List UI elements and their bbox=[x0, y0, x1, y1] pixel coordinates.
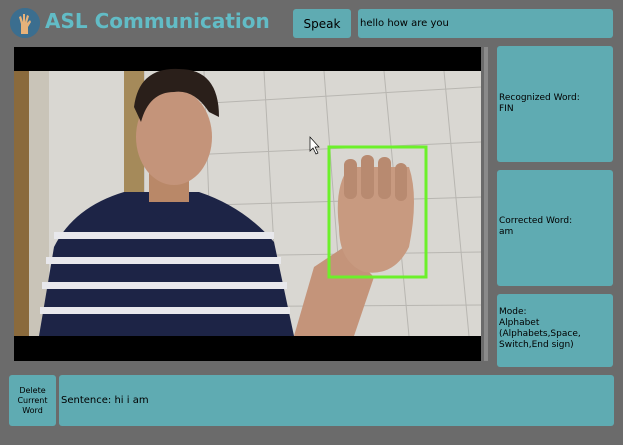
sentence-value: hi i am bbox=[114, 395, 149, 406]
mode-value: Alphabet bbox=[499, 318, 540, 328]
mode-detail: (Alphabets,Space, Switch,End sign) bbox=[499, 329, 581, 350]
recognized-word-panel: Recognized Word: FIN bbox=[497, 46, 613, 162]
mode-label: Mode: bbox=[499, 307, 527, 317]
speak-text-field[interactable]: hello how are you bbox=[358, 9, 613, 38]
app-title: ASL Communication bbox=[45, 9, 270, 33]
recognized-word-label: Recognized Word: bbox=[499, 93, 580, 103]
sentence-display: Sentence: hi i am bbox=[59, 375, 614, 426]
mode-panel: Mode: Alphabet (Alphabets,Space, Switch,… bbox=[497, 294, 613, 367]
camera-feed bbox=[14, 47, 481, 361]
hand-sign-icon bbox=[10, 8, 40, 38]
corrected-word-panel: Corrected Word: am bbox=[497, 170, 613, 286]
corrected-word-label: Corrected Word: bbox=[499, 216, 573, 226]
video-scrollbar[interactable] bbox=[484, 47, 488, 361]
corrected-word-value: am bbox=[499, 227, 514, 237]
sentence-label: Sentence: bbox=[61, 395, 112, 406]
recognized-word-value: FIN bbox=[499, 104, 514, 114]
speak-button[interactable]: Speak bbox=[293, 9, 351, 38]
delete-word-button[interactable]: Delete Current Word bbox=[9, 375, 56, 426]
